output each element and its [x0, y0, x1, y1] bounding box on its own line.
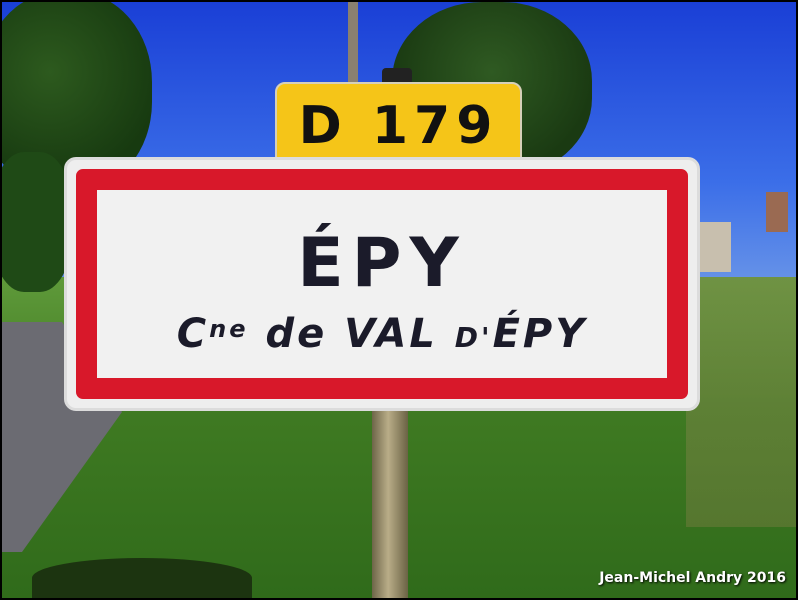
town-name: ÉPY: [297, 224, 467, 303]
route-number-plate: D 179: [275, 82, 522, 169]
photo: D 179 ÉPY Cne de VAL D'ÉPY Jean-Michel A…: [2, 2, 796, 598]
commune-name: ÉPY: [492, 311, 588, 357]
tree: [2, 152, 72, 292]
town-entry-sign: ÉPY Cne de VAL D'ÉPY: [64, 157, 700, 411]
sign-red-border: ÉPY Cne de VAL D'ÉPY: [76, 169, 688, 399]
commune-prefix-sup: ne: [209, 315, 249, 343]
village-houses: [696, 192, 796, 277]
photo-credit: Jean-Michel Andry 2016: [599, 570, 786, 586]
route-number: D 179: [298, 95, 499, 156]
commune-line: Cne de VAL D'ÉPY: [97, 314, 667, 354]
field: [686, 277, 796, 527]
commune-val: VAL: [344, 311, 438, 357]
commune-de: de: [265, 311, 328, 357]
sign-post: [372, 402, 408, 598]
commune-prefix: C: [176, 311, 210, 357]
commune-d: D': [454, 321, 493, 354]
utility-pole: [348, 2, 358, 92]
shadow: [32, 558, 252, 598]
